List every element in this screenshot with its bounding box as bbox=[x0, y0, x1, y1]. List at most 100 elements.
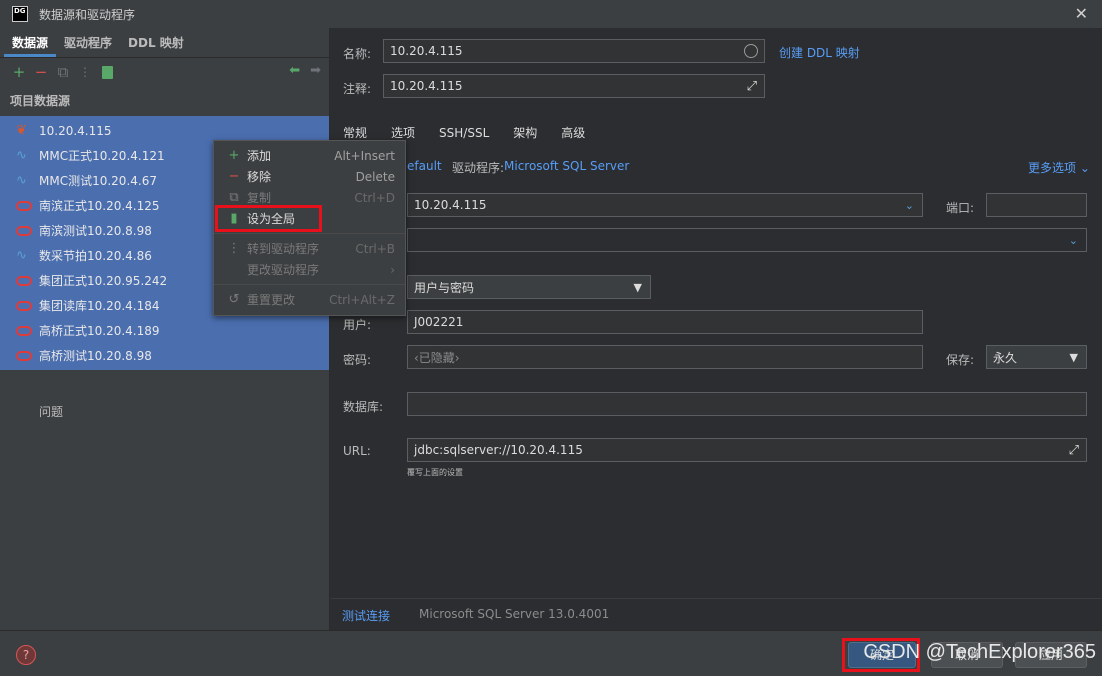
datasource-item[interactable]: 高桥正式10.20.4.189 bbox=[0, 318, 329, 343]
datasource-item[interactable]: 高桥测试10.20.8.98 bbox=[0, 343, 329, 368]
more-options-link[interactable]: 更多选项 ⌄ bbox=[1028, 159, 1090, 176]
save-value: 永久 bbox=[993, 350, 1018, 365]
url-input[interactable]: jdbc:sqlserver://10.20.4.115 ⤢ bbox=[407, 438, 1087, 462]
test-connection-link[interactable]: 测试连接 bbox=[342, 607, 390, 624]
port-label: 端口: bbox=[946, 201, 975, 215]
help-icon[interactable]: ? bbox=[16, 645, 36, 665]
oracle-icon bbox=[16, 350, 32, 361]
menu-shortcut: Alt+Insert bbox=[334, 148, 395, 163]
menu-item-label: 添加 bbox=[247, 149, 272, 163]
submenu-arrow-icon: › bbox=[390, 262, 395, 277]
oracle-icon bbox=[16, 275, 32, 286]
datasource-label: 数采节拍10.20.4.86 bbox=[39, 249, 152, 263]
menu-shortcut: Delete bbox=[355, 169, 395, 184]
datagrip-logo-icon: DG bbox=[12, 6, 28, 22]
create-ddl-mapping-link[interactable]: 创建 DDL 映射 bbox=[779, 44, 860, 61]
user-value: J002221 bbox=[414, 315, 464, 329]
left-panel: 数据源 驱动程序 DDL 映射 + − ⧉ ⋮ ⬅ ➡ 项目数据源 ❦ 10.20… bbox=[0, 28, 330, 630]
minus-icon: − bbox=[228, 169, 240, 184]
chevron-down-icon[interactable]: ⌄ bbox=[1069, 234, 1078, 247]
forward-arrow-icon[interactable]: ➡ bbox=[310, 63, 321, 78]
add-icon[interactable]: + bbox=[8, 63, 30, 81]
menu-item-go-to-driver[interactable]: ⋮ 转到驱动程序 Ctrl+B bbox=[214, 238, 405, 259]
menu-item-add[interactable]: + 添加 Alt+Insert bbox=[214, 145, 405, 166]
menu-item-label: 更改驱动程序 bbox=[247, 263, 320, 277]
menu-item-label: 重置更改 bbox=[247, 293, 296, 307]
tab-schemas[interactable]: 架构 bbox=[501, 122, 549, 144]
menu-item-label: 移除 bbox=[247, 170, 272, 184]
watermark: CSDN @TechExplorer365 bbox=[863, 641, 1096, 663]
password-label: 密码: bbox=[343, 353, 372, 367]
driver-label: 驱动程序: bbox=[452, 161, 505, 175]
remove-icon[interactable]: − bbox=[30, 63, 52, 81]
expand-icon[interactable]: ⤢ bbox=[1069, 443, 1079, 458]
name-label: 名称: bbox=[343, 47, 372, 61]
datasource-label: 高桥正式10.20.4.189 bbox=[39, 324, 160, 338]
datasource-label: 南滨测试10.20.8.98 bbox=[39, 224, 152, 238]
datasource-label: 10.20.4.115 bbox=[39, 123, 112, 138]
more-vertical-icon[interactable]: ⋮ bbox=[74, 65, 96, 79]
tab-ddl-mappings[interactable]: DDL 映射 bbox=[120, 34, 192, 57]
mssql-icon: ∿ bbox=[16, 247, 27, 263]
back-arrow-icon[interactable]: ⬅ bbox=[289, 63, 300, 78]
save-select[interactable]: 永久 ▼ bbox=[986, 345, 1087, 369]
highlight-box bbox=[215, 205, 322, 232]
dropdown-arrow-icon[interactable]: ▼ bbox=[634, 281, 642, 294]
url-value: jdbc:sqlserver://10.20.4.115 bbox=[414, 443, 583, 457]
comment-value: 10.20.4.115 bbox=[390, 79, 463, 93]
url-label: URL: bbox=[343, 444, 371, 458]
host-input[interactable]: 10.20.4.115 ⌄ bbox=[407, 193, 923, 217]
reset-icon: ↺ bbox=[228, 292, 240, 307]
oracle-icon bbox=[16, 200, 32, 211]
driver-link[interactable]: Microsoft SQL Server bbox=[504, 159, 629, 173]
copy-icon: ⧉ bbox=[229, 190, 239, 205]
menu-separator bbox=[214, 233, 405, 234]
menu-item-reset-changes[interactable]: ↺ 重置更改 Ctrl+Alt+Z bbox=[214, 289, 405, 310]
tab-ssh-ssl[interactable]: SSH/SSL bbox=[427, 122, 501, 144]
datasource-label: MMC测试10.20.4.67 bbox=[39, 174, 157, 188]
plus-icon: + bbox=[228, 148, 240, 163]
close-icon[interactable]: ✕ bbox=[1075, 4, 1088, 23]
datasource-label: 集团读库10.20.4.184 bbox=[39, 299, 160, 313]
connection-type-link[interactable]: efault bbox=[407, 159, 442, 173]
save-label: 保存: bbox=[946, 353, 975, 367]
mssql-icon: ∿ bbox=[16, 172, 27, 188]
user-label: 用户: bbox=[343, 318, 372, 332]
menu-item-change-driver[interactable]: 更改驱动程序 › bbox=[214, 259, 405, 280]
name-input[interactable]: 10.20.4.115 bbox=[383, 39, 765, 63]
window-title: 数据源和驱动程序 bbox=[39, 7, 136, 22]
make-global-icon[interactable] bbox=[102, 65, 113, 79]
database-label: 数据库: bbox=[343, 400, 384, 414]
database-input[interactable] bbox=[407, 392, 1087, 416]
menu-separator bbox=[214, 284, 405, 285]
dropdown-arrow-icon[interactable]: ▼ bbox=[1070, 351, 1078, 364]
menu-shortcut: Ctrl+D bbox=[354, 190, 395, 205]
color-circle-icon[interactable] bbox=[744, 44, 758, 58]
tab-datasources[interactable]: 数据源 bbox=[4, 34, 57, 57]
tab-advanced[interactable]: 高级 bbox=[549, 122, 597, 144]
problems-label[interactable]: 问题 bbox=[39, 403, 63, 420]
datasource-toolbar: + − ⧉ ⋮ ⬅ ➡ bbox=[0, 58, 329, 86]
leaf-icon: ❦ bbox=[16, 122, 27, 138]
menu-item-remove[interactable]: − 移除 Delete bbox=[214, 166, 405, 187]
expand-icon[interactable]: ⤢ bbox=[747, 79, 757, 94]
chevron-down-icon[interactable]: ⌄ bbox=[905, 199, 914, 212]
project-datasources-header: 项目数据源 bbox=[10, 94, 71, 108]
menu-shortcut: Ctrl+Alt+Z bbox=[329, 292, 395, 307]
bottom-bar: ? 确定 取消 应用 CSDN @TechExplorer365 bbox=[0, 630, 1102, 676]
title-bar: DG 数据源和驱动程序 ✕ bbox=[0, 0, 1102, 28]
tab-drivers[interactable]: 驱动程序 bbox=[56, 34, 120, 57]
user-input[interactable]: J002221 bbox=[407, 310, 923, 334]
auth-select[interactable]: 用户与密码 ▼ bbox=[407, 275, 651, 299]
password-value: ‹已隐藏› bbox=[414, 350, 460, 365]
menu-shortcut: Ctrl+B bbox=[355, 241, 395, 256]
instance-select[interactable]: ⌄ bbox=[407, 228, 1087, 252]
url-hint: 覆写上面的设置 bbox=[407, 468, 463, 477]
host-value: 10.20.4.115 bbox=[414, 198, 487, 212]
comment-input[interactable]: 10.20.4.115 ⤢ bbox=[383, 74, 765, 98]
password-input[interactable]: ‹已隐藏› bbox=[407, 345, 923, 369]
port-input[interactable] bbox=[986, 193, 1087, 217]
status-bar: 测试连接 Microsoft SQL Server 13.0.4001 bbox=[331, 598, 1102, 630]
menu-item-label: 转到驱动程序 bbox=[247, 242, 320, 256]
copy-icon[interactable]: ⧉ bbox=[52, 63, 74, 81]
